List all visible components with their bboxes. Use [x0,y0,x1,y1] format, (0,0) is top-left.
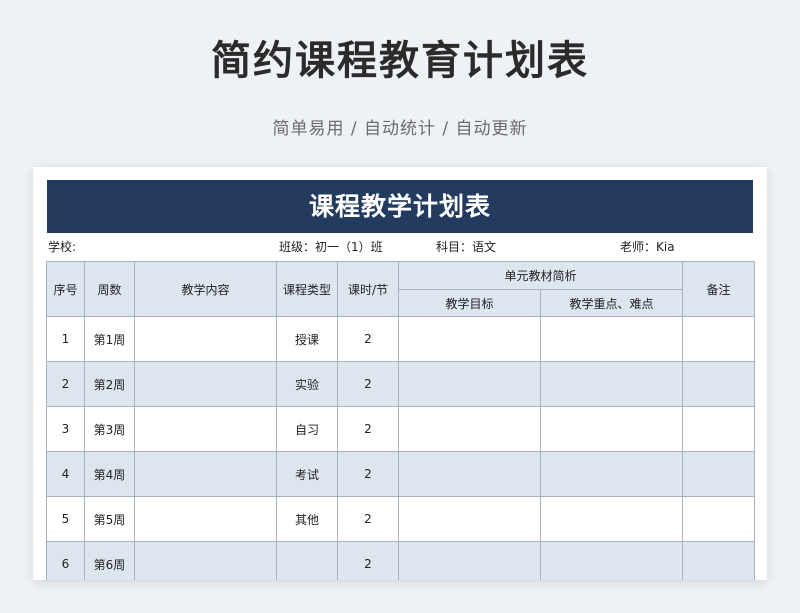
cell-week: 第3周 [84,406,135,452]
cell-type: 其他 [276,496,338,542]
cell-goal [398,496,541,542]
cell-remark [682,541,756,580]
cell-keypoints [539,496,684,542]
table-row: 1 第1周 授课 2 [46,316,756,362]
cell-index: 3 [46,406,85,452]
cell-goal [398,541,541,580]
cell-keypoints [539,361,684,407]
header-type: 课程类型 [276,261,338,317]
cell-index: 2 [46,361,85,407]
cell-keypoints [539,406,684,452]
sheet-banner-title: 课程教学计划表 [47,180,753,233]
cell-keypoints [539,451,684,497]
cell-content [134,316,277,362]
header-week: 周数 [84,261,135,317]
cell-type: 授课 [276,316,338,362]
cell-remark [682,451,756,497]
cell-week: 第5周 [84,496,135,542]
header-analysis: 单元教材简析 [397,261,684,290]
info-teacher: 老师：Kia [620,240,675,254]
cell-goal [398,361,541,407]
cell-type [276,541,338,580]
cell-remark [682,406,756,452]
header-goal: 教学目标 [398,289,541,317]
cell-type: 实验 [276,361,338,407]
table-row: 4 第4周 考试 2 [46,451,756,497]
cell-week: 第1周 [84,316,135,362]
cell-hours: 2 [337,496,399,542]
cell-content [134,406,277,452]
cell-hours: 2 [337,406,399,452]
cell-index: 4 [46,451,85,497]
page-title: 简约课程教育计划表 [211,38,589,84]
cell-content [134,361,277,407]
cell-hours: 2 [337,361,399,407]
header-hours: 课时/节 [337,261,399,317]
cell-hours: 2 [337,541,399,580]
cell-remark [682,496,756,542]
header-content: 教学内容 [134,261,277,317]
info-school: 学校: [48,240,77,254]
cell-goal [398,406,541,452]
cell-type: 自习 [276,406,338,452]
cell-content [134,541,277,580]
cell-index: 1 [46,316,85,362]
cell-remark [682,316,756,362]
cell-keypoints [539,541,684,580]
cell-index: 6 [46,541,85,580]
cell-week: 第2周 [84,361,135,407]
cell-type: 考试 [276,451,338,497]
cell-hours: 2 [337,316,399,362]
plan-table: 序号 周数 教学内容 课程类型 课时/节 单元教材简析 备注 教学目标 教学重点… [46,261,756,580]
cell-content [134,451,277,497]
table-row: 5 第5周 其他 2 [46,496,756,542]
table-row: 6 第6周 2 [46,541,756,580]
header-remark: 备注 [682,261,756,317]
header-keypoints: 教学重点、难点 [539,289,684,317]
cell-index: 5 [46,496,85,542]
info-class: 班级：初一（1）班 [279,240,383,254]
table-row: 2 第2周 实验 2 [46,361,756,407]
cell-keypoints [539,316,684,362]
page-subtitle: 简单易用 / 自动统计 / 自动更新 [272,119,528,139]
spreadsheet-preview: 课程教学计划表 学校: 班级：初一（1）班 科目：语文 老师：Kia 序号 周数… [33,167,767,580]
cell-content [134,496,277,542]
cell-week: 第6周 [84,541,135,580]
table-row: 3 第3周 自习 2 [46,406,756,452]
cell-goal [398,316,541,362]
cell-week: 第4周 [84,451,135,497]
header-index: 序号 [46,261,85,317]
cell-remark [682,361,756,407]
info-subject: 科目：语文 [436,240,497,254]
cell-goal [398,451,541,497]
cell-hours: 2 [337,451,399,497]
